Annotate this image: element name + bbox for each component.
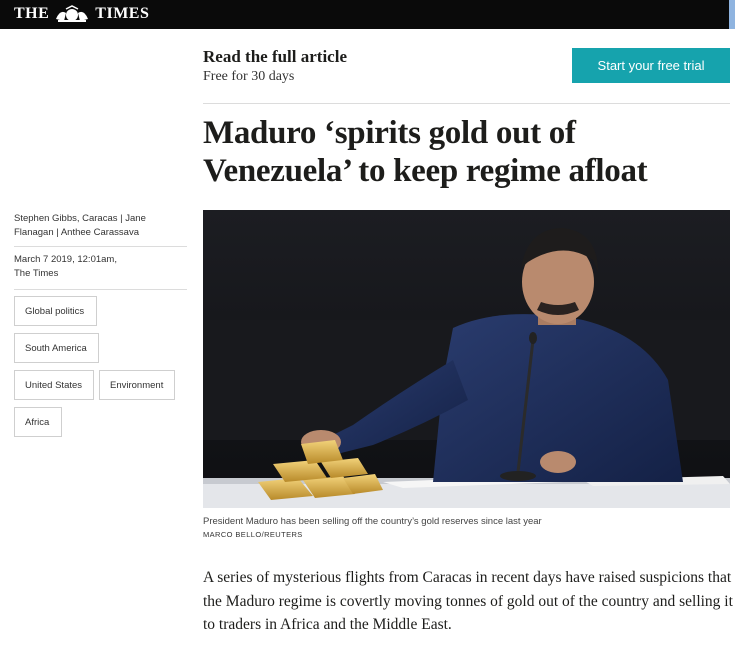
article-byline: Stephen Gibbs, Caracas | Jane Flanagan |… [14,213,146,238]
article-photo [203,210,730,508]
tag-environment[interactable]: Environment [99,370,175,400]
times-logo[interactable]: THE TIMES [14,3,149,25]
article-date: March 7 2019, 12:01am, [14,254,117,265]
sidebar-divider [14,289,187,290]
article-publication: The Times [14,268,59,279]
article-dateline: March 7 2019, 12:01am, The Times [14,247,187,287]
royal-crest-icon [56,5,89,22]
photo-illustration [203,210,730,508]
promo-divider [203,103,730,104]
masthead-bar: THE TIMES [0,0,735,29]
article-sidebar: Stephen Gibbs, Caracas | Jane Flanagan |… [14,212,187,437]
article-headline: Maduro ‘spirits gold out of Venezuela’ t… [203,115,648,189]
tag-united-states[interactable]: United States [14,370,94,400]
tag-africa[interactable]: Africa [14,407,62,437]
start-free-trial-button[interactable]: Start your free trial [572,48,730,83]
promo-subtitle: Free for 30 days [203,69,295,84]
image-credit: MARCO BELLO/REUTERS [203,530,303,539]
image-caption: President Maduro has been selling off th… [203,516,542,527]
logo-text-the: THE [14,5,50,22]
tag-global-politics[interactable]: Global politics [14,296,97,326]
lead-paragraph: A series of mysterious flights from Cara… [203,569,733,633]
masthead-accent [729,0,735,29]
promo-title: Read the full article [203,47,347,66]
tag-south-america[interactable]: South America [14,333,99,363]
logo-text-times: TIMES [95,5,150,22]
subscribe-promo: Read the full article Free for 30 days S… [203,44,730,102]
